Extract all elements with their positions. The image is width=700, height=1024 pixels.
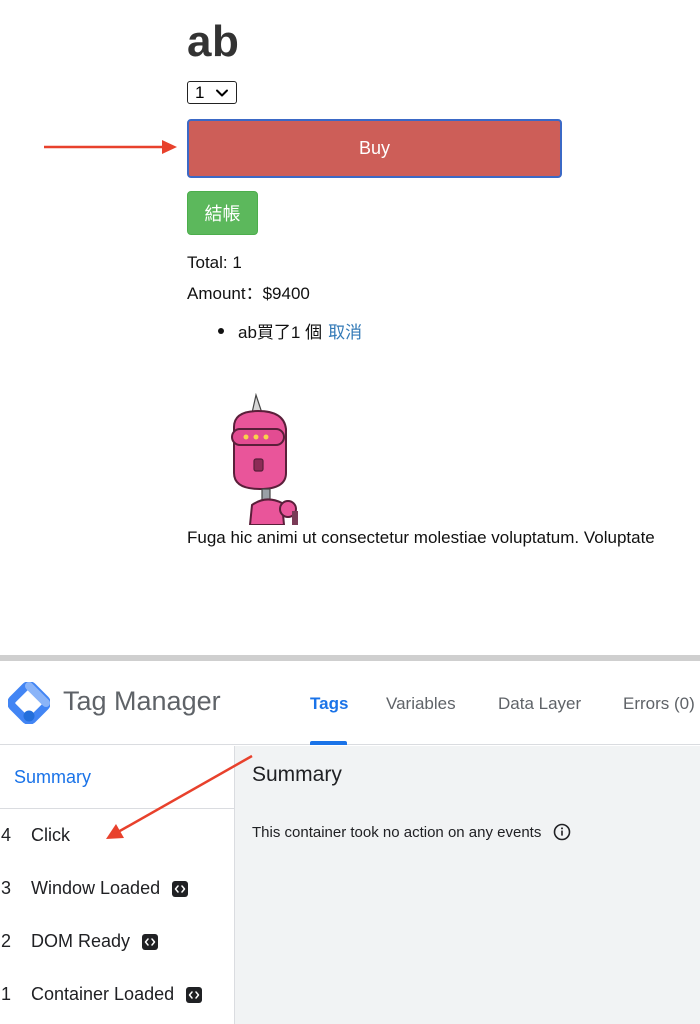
cart-item-cancel-link[interactable]: 取消 — [328, 318, 362, 343]
event-row-window-loaded[interactable]: 3 Window Loaded — [0, 862, 234, 915]
event-label: Click — [31, 825, 70, 845]
annotation-arrow-icon — [106, 754, 253, 839]
event-row-dom-ready[interactable]: 2 DOM Ready — [0, 915, 234, 968]
lorem-paragraph: Fuga hic animi ut consectetur molestiae … — [187, 528, 655, 547]
cart-item-text: ab買了1 個 — [238, 323, 323, 342]
event-label: Window Loaded — [31, 878, 161, 898]
bullet-icon — [218, 327, 224, 334]
cart-list-item: ab買了1 個 取消 — [218, 318, 362, 343]
robot-mascot-icon — [231, 393, 298, 525]
buy-button[interactable]: Buy — [187, 119, 562, 178]
tab-variables[interactable]: Variables — [386, 694, 456, 714]
tag-manager-logo-icon — [8, 682, 50, 724]
code-icon — [172, 880, 189, 897]
tab-data-layer[interactable]: Data Layer — [498, 694, 581, 714]
quantity-select[interactable]: 1 — [187, 81, 237, 104]
event-number: 4 — [1, 825, 12, 845]
summary-title: Summary — [252, 763, 342, 786]
quantity-value: 1 — [195, 82, 205, 102]
event-row-container-loaded[interactable]: 1 Container Loaded — [0, 968, 234, 1021]
active-tab-indicator — [310, 741, 347, 745]
summary-panel: Summary This container took no action on… — [235, 746, 700, 1024]
shop-page: ab 1 Buy 結帳 Total: 1 Amount：$9400 ab買了1 … — [0, 0, 700, 655]
chevron-down-icon — [216, 89, 228, 97]
event-number: 2 — [1, 931, 12, 951]
app-title: Tag Manager — [63, 686, 221, 716]
event-label: Container Loaded — [31, 984, 175, 1004]
code-icon — [142, 933, 159, 950]
checkout-button[interactable]: 結帳 — [187, 191, 258, 235]
tag-manager-header: Tag Manager Tags Variables Data Layer Er… — [0, 661, 700, 745]
info-icon[interactable] — [553, 823, 571, 841]
event-label: DOM Ready — [31, 931, 131, 951]
product-title: ab — [187, 17, 240, 66]
annotation-arrow-icon — [44, 140, 177, 154]
summary-message-text: This container took no action on any eve… — [252, 823, 542, 841]
amount-text: Amount：$9400 — [187, 284, 310, 303]
tab-tags[interactable]: Tags — [310, 694, 348, 714]
summary-message: This container took no action on any eve… — [252, 823, 571, 841]
event-number: 1 — [1, 984, 12, 1004]
event-number: 3 — [1, 878, 12, 898]
tab-errors[interactable]: Errors (0) — [623, 694, 695, 714]
code-icon — [186, 986, 203, 1003]
total-text: Total: 1 — [187, 253, 242, 272]
